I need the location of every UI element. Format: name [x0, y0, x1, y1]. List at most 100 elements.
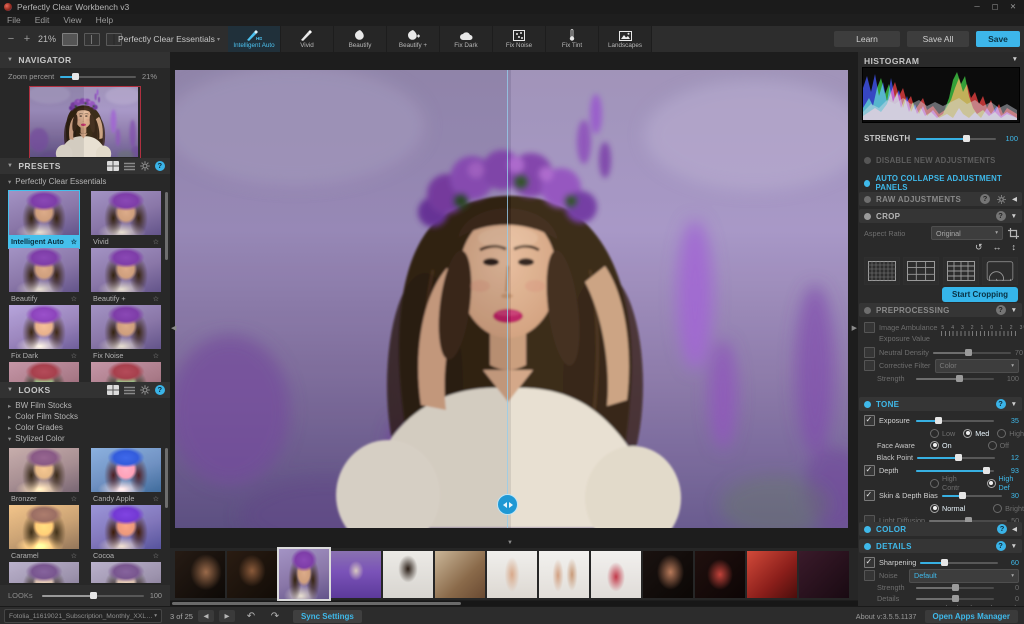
filmstrip-collapse-icon[interactable]: ▼	[507, 540, 513, 546]
help-icon[interactable]: ?	[155, 161, 165, 171]
expand-icon[interactable]: ◀	[1012, 195, 1017, 203]
expand-icon[interactable]: ◀	[1012, 525, 1017, 533]
filmstrip-thumb[interactable]	[539, 551, 589, 598]
auto-collapse-toggle[interactable]: AUTO COLLAPSE ADJUSTMENT PANELS	[864, 174, 1024, 192]
high-def-radio[interactable]	[987, 479, 996, 488]
exposure-slider[interactable]	[916, 417, 994, 425]
previous-image-button[interactable]: ◀	[198, 610, 214, 622]
collapse-icon[interactable]: ▼	[1011, 213, 1017, 220]
look-cocoa[interactable]: Cocoa☆	[91, 505, 161, 562]
help-icon[interactable]: ?	[996, 211, 1006, 221]
histogram-collapse-icon[interactable]: ▼	[1012, 56, 1018, 63]
exposure-value-ruler[interactable]: 5 4 3 2 1 0 1 2 3 4 5	[941, 322, 1019, 336]
looks-group-colorfilm[interactable]: ▸Color Film Stocks	[0, 412, 78, 421]
crop-icon[interactable]	[1007, 228, 1019, 238]
filmstrip-thumb[interactable]	[695, 551, 745, 598]
star-icon[interactable]: ☆	[153, 552, 159, 560]
help-icon[interactable]: ?	[996, 399, 1006, 409]
image-ambulance-checkbox[interactable]	[864, 322, 875, 333]
menu-edit[interactable]: Edit	[28, 15, 57, 25]
rotate-icon[interactable]: ↺	[975, 242, 983, 253]
preset-partial[interactable]	[9, 362, 79, 382]
start-cropping-button[interactable]: Start Cropping	[942, 287, 1018, 302]
undo-button[interactable]: ↶	[243, 611, 259, 622]
preset-group-dropdown[interactable]: Perfectly Clear Essentials ▾	[118, 31, 220, 47]
preset-beautify-plus[interactable]: Beautify +☆	[91, 248, 161, 305]
preset-vivid[interactable]: Vivid☆	[91, 191, 161, 248]
looks-group-bw[interactable]: ▸BW Film Stocks	[0, 401, 72, 410]
save-button[interactable]: Save	[976, 31, 1020, 47]
aspect-ratio-dropdown[interactable]: Original ▾	[931, 226, 1003, 240]
grid-view-icon[interactable]	[107, 385, 119, 395]
menu-view[interactable]: View	[56, 15, 88, 25]
preset-fix-noise[interactable]: Fix Noise☆	[91, 305, 161, 362]
filmstrip-thumb[interactable]	[435, 551, 485, 598]
neutral-density-checkbox[interactable]	[864, 347, 875, 358]
sync-settings-button[interactable]: Sync Settings	[293, 610, 362, 623]
corrective-filter-checkbox[interactable]	[864, 360, 875, 371]
gear-icon[interactable]	[995, 194, 1007, 204]
flip-horizontal-icon[interactable]: ↔	[993, 242, 1002, 253]
toolbar-preset-beautify-plus[interactable]: Beautify +	[387, 26, 440, 52]
split-handle[interactable]	[497, 494, 518, 515]
filmstrip-thumb[interactable]	[591, 551, 641, 598]
normal-radio[interactable]	[930, 504, 939, 513]
help-icon[interactable]: ?	[997, 524, 1007, 534]
look-caramel[interactable]: Caramel☆	[9, 505, 79, 562]
strength-slider[interactable]	[916, 135, 996, 143]
bright-radio[interactable]	[993, 504, 1002, 513]
help-icon[interactable]: ?	[155, 385, 165, 395]
before-after-split-line[interactable]	[507, 70, 508, 528]
help-icon[interactable]: ?	[996, 541, 1006, 551]
preprocessing-strength-slider[interactable]	[916, 375, 994, 383]
sharpening-checkbox[interactable]	[864, 557, 875, 568]
filmstrip-thumb[interactable]	[747, 551, 797, 598]
filmstrip-thumb[interactable]	[383, 551, 433, 598]
looks-header[interactable]: ▼ LOOKS ?	[0, 382, 170, 398]
looks-group-colorgrades[interactable]: ▸Color Grades	[0, 423, 63, 432]
toolbar-preset-beautify[interactable]: Beautify	[334, 26, 387, 52]
raw-adjustments-header[interactable]: RAW ADJUSTMENTS ? ◀	[859, 192, 1022, 206]
preset-intelligent-auto[interactable]: Intelligent Auto☆	[9, 191, 79, 248]
zoom-out-button[interactable]: −	[6, 33, 16, 45]
help-icon[interactable]: ?	[996, 305, 1006, 315]
preset-beautify[interactable]: Beautify☆	[9, 248, 79, 305]
star-icon[interactable]: ☆	[71, 552, 77, 560]
gear-icon[interactable]	[139, 161, 151, 171]
zoom-in-button[interactable]: +	[22, 33, 32, 45]
redo-button[interactable]: ↷	[267, 611, 283, 622]
collapse-right-panel-arrow[interactable]: ▶	[852, 324, 857, 332]
toolbar-preset-intelligent-auto[interactable]: HD Intelligent Auto	[228, 26, 281, 52]
star-icon[interactable]: ☆	[71, 495, 77, 503]
noise-strength-slider[interactable]	[916, 584, 994, 592]
view-single-button[interactable]	[62, 33, 78, 46]
star-icon[interactable]: ☆	[71, 238, 77, 246]
toolbar-preset-vivid[interactable]: Vivid	[281, 26, 334, 52]
crop-grid-spiral-button[interactable]	[982, 257, 1018, 285]
about-version[interactable]: About v:3.5.5.1137	[856, 612, 917, 621]
view-split-button[interactable]	[84, 33, 100, 46]
exposure-low-radio[interactable]	[930, 429, 939, 438]
navigator-thumbnail[interactable]	[29, 86, 141, 160]
collapse-icon[interactable]: ▼	[1011, 401, 1017, 408]
crop-grid-thirds-button[interactable]	[903, 257, 939, 285]
filmstrip-thumb-selected[interactable]	[279, 549, 329, 599]
looks-strength-slider[interactable]	[42, 592, 144, 600]
preset-fix-dark[interactable]: Fix Dark☆	[9, 305, 79, 362]
color-header[interactable]: COLOR ? ◀	[859, 522, 1022, 536]
skin-depth-bias-checkbox[interactable]	[864, 490, 875, 501]
sharpening-slider[interactable]	[920, 559, 998, 567]
gear-icon[interactable]	[139, 385, 151, 395]
grid-view-icon[interactable]	[107, 161, 119, 171]
corrective-filter-dropdown[interactable]: Color ▾	[935, 359, 1020, 373]
star-icon[interactable]: ☆	[153, 238, 159, 246]
star-icon[interactable]: ☆	[71, 352, 77, 360]
tone-header[interactable]: TONE ? ▼	[859, 397, 1022, 411]
noise-details-slider[interactable]	[916, 595, 994, 603]
exposure-checkbox[interactable]	[864, 415, 875, 426]
depth-checkbox[interactable]	[864, 465, 875, 476]
minimize-button[interactable]: ─	[968, 0, 986, 13]
crop-grid-fine-button[interactable]	[864, 257, 900, 285]
disable-new-adjustments-toggle[interactable]: DISABLE NEW ADJUSTMENTS	[864, 156, 996, 165]
learn-button[interactable]: Learn	[834, 31, 900, 47]
